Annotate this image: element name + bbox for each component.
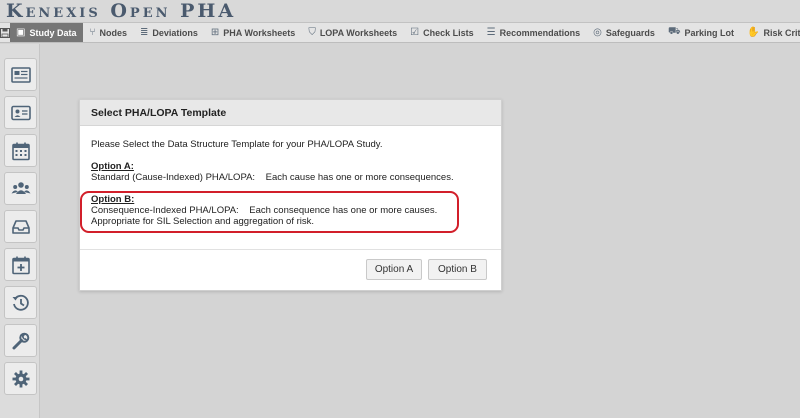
dialog-footer: Option A Option B xyxy=(80,249,501,290)
tab-recommendations[interactable]: ☰ Recommendations xyxy=(481,23,588,42)
tab-pha-worksheets[interactable]: ⊞ PHA Worksheets xyxy=(205,23,302,42)
option-a-block: Option A: Standard (Cause-Indexed) PHA/L… xyxy=(91,161,490,183)
tab-safeguards[interactable]: ◎ Safeguards xyxy=(587,23,662,42)
id-card-icon: ▣ xyxy=(16,27,26,38)
grid-icon: ⊞ xyxy=(210,27,220,38)
dialog-title: Select PHA/LOPA Template xyxy=(80,100,501,126)
id-card-icon xyxy=(10,105,31,120)
tab-label: PHA Worksheets xyxy=(223,27,296,38)
tab-label: Risk Crit xyxy=(763,27,800,38)
sidebar-newspaper-button[interactable] xyxy=(4,58,37,91)
sidebar-users-button[interactable] xyxy=(4,172,37,205)
newspaper-icon xyxy=(10,66,31,83)
tab-deviations[interactable]: ≣ Deviations xyxy=(134,23,205,42)
tab-label: Nodes xyxy=(99,27,127,38)
calendar-plus-icon xyxy=(11,256,30,274)
life-ring-icon: ◎ xyxy=(593,27,602,38)
tab-label: Safeguards xyxy=(605,27,655,38)
option-b-highlight-annotation xyxy=(80,191,459,233)
sidebar-settings-button[interactable] xyxy=(4,362,37,395)
sidebar xyxy=(0,44,40,418)
save-icon[interactable] xyxy=(0,23,10,42)
tab-label: Study Data xyxy=(29,27,77,38)
option-a-text: Standard (Cause-Indexed) PHA/LOPA: Each … xyxy=(91,172,454,183)
history-icon xyxy=(12,294,29,311)
list-icon: ≣ xyxy=(139,27,149,38)
tab-lopa-worksheets[interactable]: ⛉ LOPA Worksheets xyxy=(302,23,404,42)
app-title: Kenexis Open PHA xyxy=(6,0,237,22)
checkbox-icon: ☑ xyxy=(410,27,420,38)
bullet-list-icon: ☰ xyxy=(486,27,496,38)
tab-label: Deviations xyxy=(152,27,198,38)
tab-check-lists[interactable]: ☑ Check Lists xyxy=(404,23,481,42)
tab-label: Parking Lot xyxy=(684,27,735,38)
tab-study-data[interactable]: ▣ Study Data xyxy=(10,23,84,42)
tab-nodes[interactable]: ⑂ Nodes xyxy=(83,23,134,42)
sidebar-calendar-button[interactable] xyxy=(4,134,37,167)
sidebar-history-button[interactable] xyxy=(4,286,37,319)
tab-label: LOPA Worksheets xyxy=(319,27,398,38)
dialog-intro: Please Select the Data Structure Templat… xyxy=(91,139,383,150)
title-bar: Kenexis Open PHA xyxy=(0,0,800,22)
option-b-button[interactable]: Option B xyxy=(428,259,487,280)
node-icon: ⑂ xyxy=(89,27,96,38)
main-toolbar: ▣ Study Data ⑂ Nodes ≣ Deviations ⊞ PHA … xyxy=(0,22,800,43)
sidebar-id-card-button[interactable] xyxy=(4,96,37,129)
shield-icon: ⛉ xyxy=(308,27,316,38)
sidebar-inbox-button[interactable] xyxy=(4,210,37,243)
hand-icon: ✋ xyxy=(747,27,760,38)
tab-label: Recommendations xyxy=(499,27,581,38)
tab-risk-criteria[interactable]: ✋ Risk Crit xyxy=(741,23,800,42)
wrench-icon xyxy=(12,332,29,349)
calendar-icon xyxy=(11,142,30,160)
tab-parking-lot[interactable]: ⛟ Parking Lot xyxy=(662,23,741,42)
sidebar-wrench-button[interactable] xyxy=(4,324,37,357)
sidebar-calendar-plus-button[interactable] xyxy=(4,248,37,281)
gear-icon xyxy=(12,370,29,387)
car-icon: ⛟ xyxy=(667,26,681,37)
option-a-heading: Option A: xyxy=(91,161,134,172)
option-a-button[interactable]: Option A xyxy=(366,259,422,280)
inbox-icon xyxy=(11,219,30,234)
users-icon xyxy=(11,181,30,194)
tab-label: Check Lists xyxy=(423,27,474,38)
